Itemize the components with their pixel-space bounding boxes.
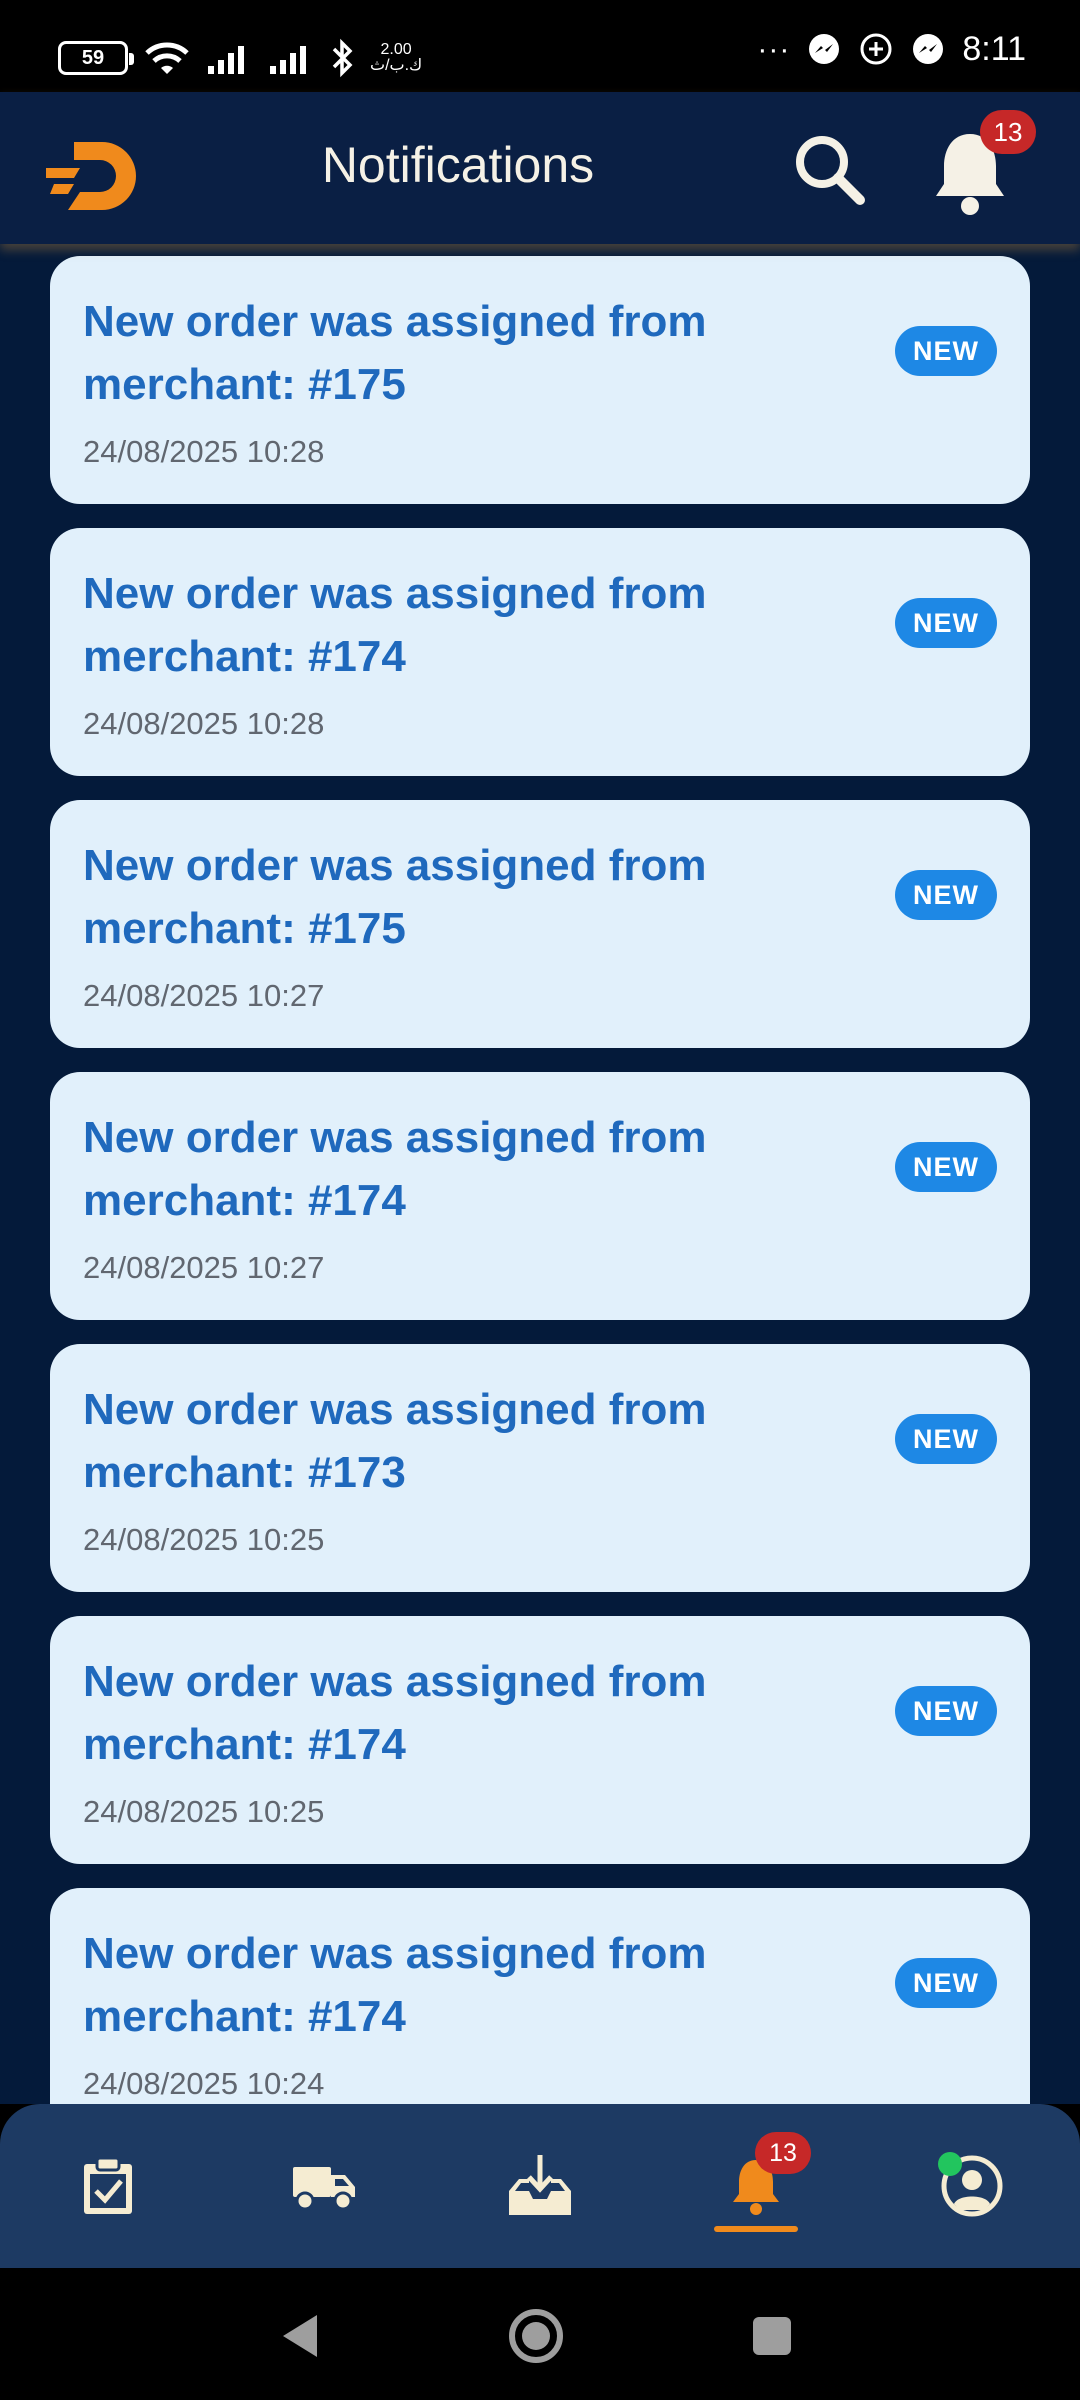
notification-title: New order was assigned from merchant: #1… bbox=[83, 569, 707, 681]
network-speed-value: 2.00 bbox=[380, 41, 412, 58]
notification-card[interactable]: New order was assigned from merchant: #1… bbox=[50, 800, 1030, 1048]
signal-icon bbox=[270, 46, 306, 74]
notification-card[interactable]: New order was assigned from merchant: #1… bbox=[50, 256, 1030, 504]
active-tab-indicator bbox=[714, 2226, 798, 2232]
notification-time: 24/08/2025 10:25 bbox=[83, 1794, 325, 1829]
messenger-icon bbox=[913, 33, 944, 64]
notification-time: 24/08/2025 10:27 bbox=[83, 978, 325, 1013]
status-left: 59 2.00 ك.ب/ث bbox=[58, 38, 422, 78]
nav-profile[interactable] bbox=[864, 2104, 1080, 2268]
add-circle-icon bbox=[860, 33, 892, 64]
nav-notifications[interactable] bbox=[648, 2104, 864, 2268]
network-speed: 2.00 ك.ب/ث bbox=[370, 42, 422, 74]
new-badge: NEW bbox=[895, 870, 997, 920]
new-badge: NEW bbox=[895, 1686, 997, 1736]
notification-card[interactable]: New order was assigned from merchant: #1… bbox=[50, 1888, 1030, 2104]
search-icon[interactable] bbox=[790, 130, 870, 210]
notification-title: New order was assigned from merchant: #1… bbox=[83, 297, 707, 409]
notification-title: New order was assigned from merchant: #1… bbox=[83, 841, 707, 953]
back-icon bbox=[283, 2315, 317, 2357]
notification-time: 24/08/2025 10:28 bbox=[83, 706, 325, 741]
notification-card[interactable]: New order was assigned from merchant: #1… bbox=[50, 528, 1030, 776]
notification-list[interactable]: New order was assigned from merchant: #1… bbox=[0, 244, 1080, 2104]
notification-card[interactable]: New order was assigned from merchant: #1… bbox=[50, 1616, 1030, 1864]
notification-title: New order was assigned from merchant: #1… bbox=[83, 1657, 707, 1769]
notification-time: 24/08/2025 10:27 bbox=[83, 1250, 325, 1285]
notification-card[interactable]: New order was assigned from merchant: #1… bbox=[50, 1072, 1030, 1320]
system-navigation-bar bbox=[0, 2268, 1080, 2400]
new-badge: NEW bbox=[895, 1958, 997, 2008]
recents-icon bbox=[753, 2317, 791, 2355]
notification-title: New order was assigned from merchant: #1… bbox=[83, 1929, 707, 2041]
inbox-download-icon bbox=[509, 2155, 571, 2215]
more-notifications-icon: ··· bbox=[757, 32, 791, 66]
status-bar: 59 2.00 ك.ب/ث ··· 8:11 bbox=[0, 0, 1080, 92]
new-badge: NEW bbox=[895, 1142, 997, 1192]
notification-title: New order was assigned from merchant: #1… bbox=[83, 1385, 707, 1497]
back-button[interactable] bbox=[268, 2304, 332, 2368]
notification-count-badge: 13 bbox=[980, 110, 1036, 154]
online-status-dot bbox=[938, 2152, 962, 2176]
new-badge: NEW bbox=[895, 1414, 997, 1464]
new-badge: NEW bbox=[895, 326, 997, 376]
notification-time: 24/08/2025 10:24 bbox=[83, 2066, 325, 2101]
recents-button[interactable] bbox=[740, 2304, 804, 2368]
bottom-navigation: 13 bbox=[0, 2104, 1080, 2268]
bluetooth-icon bbox=[332, 38, 353, 78]
clock: 8:11 bbox=[962, 30, 1026, 68]
nav-tasks[interactable] bbox=[0, 2104, 216, 2268]
notification-card[interactable]: New order was assigned from merchant: #1… bbox=[50, 1344, 1030, 1592]
nav-deliveries[interactable] bbox=[216, 2104, 432, 2268]
network-speed-unit: ك.ب/ث bbox=[370, 57, 423, 74]
new-badge: NEW bbox=[895, 598, 997, 648]
nav-notification-count-badge: 13 bbox=[755, 2132, 811, 2174]
app-header: Notifications 13 bbox=[0, 92, 1080, 244]
status-right: ··· 8:11 bbox=[757, 30, 1026, 69]
truck-icon bbox=[293, 2167, 355, 2211]
messenger-icon bbox=[809, 33, 840, 64]
clipboard-check-icon bbox=[84, 2156, 132, 2214]
battery-indicator: 59 bbox=[58, 41, 134, 75]
notification-title: New order was assigned from merchant: #1… bbox=[83, 1113, 707, 1225]
home-icon bbox=[509, 2309, 563, 2363]
battery-level: 59 bbox=[81, 46, 105, 69]
nav-receive[interactable] bbox=[432, 2104, 648, 2268]
wifi-icon bbox=[145, 42, 189, 74]
page-title: Notifications bbox=[321, 137, 595, 193]
signal-icon bbox=[208, 46, 244, 74]
notification-time: 24/08/2025 10:28 bbox=[83, 434, 325, 469]
notification-time: 24/08/2025 10:25 bbox=[83, 1522, 325, 1557]
home-button[interactable] bbox=[504, 2304, 568, 2368]
